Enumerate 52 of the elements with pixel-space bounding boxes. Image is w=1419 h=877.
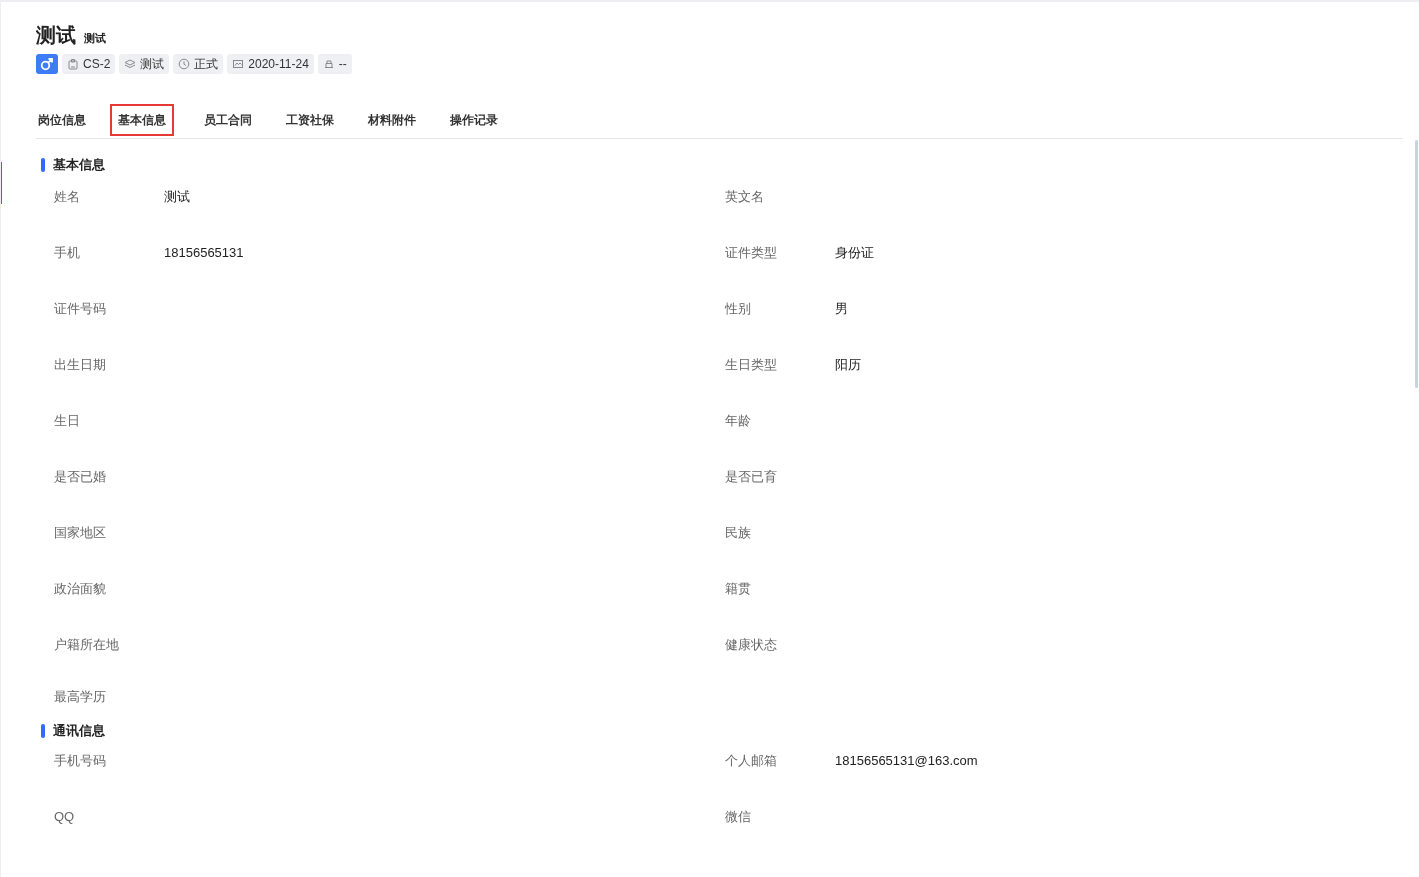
field-value: 男 xyxy=(835,300,848,319)
tab[interactable]: 工资社保 xyxy=(278,104,342,136)
image-icon xyxy=(232,58,245,70)
field-label: 民族 xyxy=(725,524,752,543)
field-label: 国家地区 xyxy=(54,524,107,543)
section-marker xyxy=(41,724,45,738)
field-label: 手机号码 xyxy=(54,752,107,771)
layers-icon xyxy=(124,58,137,70)
field-label: 生日 xyxy=(54,412,81,431)
field-label: 证件号码 xyxy=(54,300,107,319)
employee-subtitle: 测试 xyxy=(84,30,106,46)
section-title: 通讯信息 xyxy=(53,722,105,741)
field-label: 个人邮箱 xyxy=(725,752,778,771)
tab[interactable]: 岗位信息 xyxy=(30,104,94,136)
clock-icon xyxy=(178,58,191,70)
field-label: 生日类型 xyxy=(725,356,778,375)
tag-text: 2020-11-24 xyxy=(248,56,309,73)
field-label: 微信 xyxy=(725,808,752,827)
field-label: 英文名 xyxy=(725,188,765,207)
field-label: 籍贯 xyxy=(725,580,752,599)
field-label: 出生日期 xyxy=(54,356,107,375)
field-label: 证件类型 xyxy=(725,244,778,263)
field-label: QQ xyxy=(54,808,76,827)
tab[interactable]: 操作记录 xyxy=(442,104,506,136)
section-marker xyxy=(41,158,45,172)
tag-text: 测试 xyxy=(140,56,165,73)
desk-icon xyxy=(322,58,335,70)
field-label: 是否已婚 xyxy=(54,468,107,487)
tab[interactable]: 基本信息 xyxy=(110,104,174,136)
employee-name: 测试 xyxy=(36,23,76,48)
field-label: 是否已育 xyxy=(725,468,778,487)
tab[interactable]: 员工合同 xyxy=(196,104,260,136)
field-value: 身份证 xyxy=(835,244,874,263)
field-label: 性别 xyxy=(725,300,752,319)
tab[interactable]: 材料附件 xyxy=(360,104,424,136)
field-label: 政治面貌 xyxy=(54,580,107,599)
field-label: 健康状态 xyxy=(725,636,778,655)
field-value: 18156565131@163.com xyxy=(835,752,978,771)
section-title: 基本信息 xyxy=(53,156,105,175)
badge-icon xyxy=(67,58,79,70)
field-label: 年龄 xyxy=(725,412,752,431)
field-label: 手机 xyxy=(54,244,81,263)
tag-text: CS-2 xyxy=(83,56,111,73)
field-label: 最高学历 xyxy=(54,688,107,707)
field-value: 18156565131 xyxy=(164,244,244,263)
tag-text: 正式 xyxy=(194,56,219,73)
field-label: 户籍所在地 xyxy=(54,636,120,655)
field-value: 测试 xyxy=(164,188,190,207)
field-label: 姓名 xyxy=(54,188,81,207)
scrollbar[interactable] xyxy=(1415,140,1418,388)
field-value: 阳历 xyxy=(835,356,861,375)
tag-text: -- xyxy=(338,56,347,73)
